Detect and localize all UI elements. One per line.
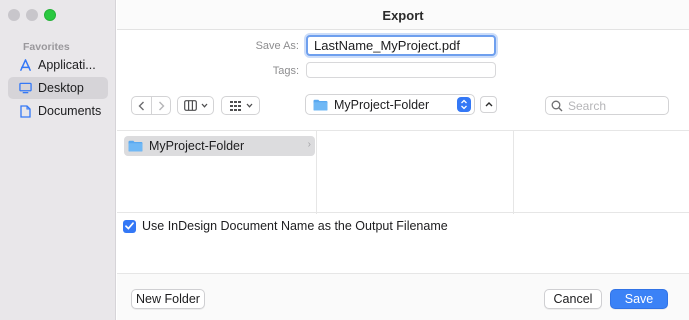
sidebar-item-applications[interactable]: Applicati... — [8, 54, 108, 76]
column-browser: MyProject-Folder › — [117, 130, 689, 214]
location-stepper[interactable] — [457, 97, 471, 112]
desktop-icon — [18, 81, 32, 95]
expand-collapse-button[interactable] — [480, 96, 497, 113]
forward-button[interactable] — [151, 97, 170, 114]
sidebar: Favorites Applicati... Desktop Documents — [0, 0, 116, 320]
chevron-left-icon — [138, 101, 144, 110]
search-icon — [551, 100, 563, 111]
grid-icon — [229, 100, 241, 111]
tags-input[interactable] — [306, 62, 496, 78]
save-as-input[interactable]: LastName_MyProject.pdf — [306, 35, 496, 56]
folder-icon — [313, 99, 328, 110]
back-forward-buttons — [131, 96, 171, 115]
folder-icon — [128, 140, 143, 152]
cancel-button[interactable]: Cancel — [544, 289, 602, 309]
titlebar: Export — [117, 0, 689, 30]
dialog-footer: New Folder Cancel Save — [117, 273, 689, 320]
window-title: Export — [382, 8, 424, 23]
minimize-window-button[interactable] — [26, 9, 38, 21]
use-document-name-option[interactable]: Use InDesign Document Name as the Output… — [123, 219, 448, 233]
chevron-up-icon — [485, 102, 492, 107]
back-button[interactable] — [132, 97, 151, 114]
sidebar-item-label: Documents — [38, 104, 102, 118]
chevron-right-icon: › — [307, 139, 311, 150]
window-controls — [8, 9, 56, 21]
save-as-label: Save As: — [255, 40, 299, 52]
zoom-window-button[interactable] — [44, 9, 56, 21]
favorites-heading: Favorites — [23, 41, 70, 53]
folder-row-myproject[interactable]: MyProject-Folder › — [124, 136, 315, 156]
location-label: MyProject-Folder — [334, 97, 430, 112]
new-folder-button[interactable]: New Folder — [131, 289, 205, 309]
folder-row-label: MyProject-Folder — [149, 139, 245, 153]
chevron-right-icon — [158, 101, 164, 110]
documents-icon — [18, 104, 32, 118]
search-placeholder: Search — [568, 98, 607, 113]
search-field[interactable]: Search — [545, 96, 669, 115]
close-window-button[interactable] — [8, 9, 20, 21]
sidebar-item-documents[interactable]: Documents — [8, 100, 108, 122]
view-mode-button[interactable] — [177, 96, 214, 115]
sidebar-item-label: Desktop — [38, 81, 84, 95]
checkmark-icon — [125, 222, 134, 230]
sidebar-item-desktop[interactable]: Desktop — [8, 77, 108, 99]
updown-chevron-icon — [461, 99, 467, 110]
use-document-name-label: Use InDesign Document Name as the Output… — [142, 219, 448, 233]
use-document-name-checkbox[interactable] — [123, 219, 136, 233]
location-popup[interactable]: MyProject-Folder — [305, 94, 475, 115]
group-button[interactable] — [221, 96, 260, 115]
save-button[interactable]: Save — [610, 289, 668, 309]
chevron-down-icon — [246, 103, 252, 108]
column-divider[interactable] — [513, 131, 514, 214]
tags-label: Tags: — [272, 65, 299, 77]
column-divider[interactable] — [316, 131, 317, 214]
columns-view-icon — [183, 100, 197, 111]
sidebar-item-label: Applicati... — [38, 58, 96, 72]
applications-icon — [18, 58, 32, 72]
chevron-down-icon — [201, 103, 207, 108]
